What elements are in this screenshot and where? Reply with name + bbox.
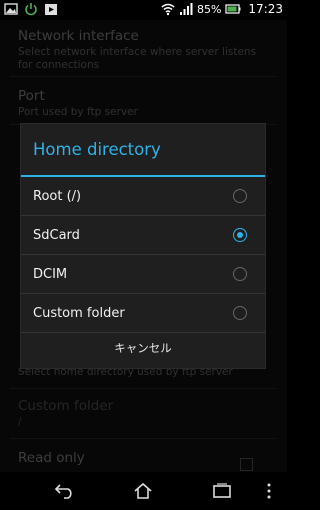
back-button[interactable] xyxy=(52,478,78,504)
gallery-icon xyxy=(4,3,18,15)
home-directory-dialog: Home directory Root (/) SdCard DCIM Cust… xyxy=(20,123,266,369)
status-right-icons: 85% 17:23 xyxy=(161,2,283,16)
option-root[interactable]: Root (/) xyxy=(21,177,265,216)
option-dcim[interactable]: DCIM xyxy=(21,255,265,294)
option-label: DCIM xyxy=(33,266,68,282)
signal-icon xyxy=(179,3,193,15)
status-bar: 85% 17:23 xyxy=(0,0,287,20)
cancel-button[interactable]: キャンセル xyxy=(21,328,265,368)
dialog-title: Home directory xyxy=(33,140,161,159)
radio-button[interactable] xyxy=(233,189,247,203)
option-label: Custom folder xyxy=(33,305,125,321)
recent-apps-button[interactable] xyxy=(209,478,235,504)
option-label: Root (/) xyxy=(33,188,82,204)
radio-button[interactable] xyxy=(233,267,247,281)
radio-button[interactable] xyxy=(233,306,247,320)
home-button[interactable] xyxy=(130,478,156,504)
status-left-icons xyxy=(4,2,58,16)
battery-icon xyxy=(225,4,241,14)
battery-percent: 85% xyxy=(196,2,222,16)
back-icon xyxy=(54,484,72,499)
radio-button-selected[interactable] xyxy=(233,228,247,242)
clock: 17:23 xyxy=(248,2,283,16)
play-store-icon xyxy=(45,4,57,15)
navigation-bar xyxy=(0,472,287,510)
menu-button[interactable] xyxy=(258,478,280,504)
recent-apps-icon xyxy=(213,483,231,498)
option-label: SdCard xyxy=(33,227,80,243)
wifi-icon xyxy=(161,3,175,16)
home-icon xyxy=(134,482,152,499)
power-icon xyxy=(25,3,37,16)
menu-icon xyxy=(267,483,271,499)
option-sdcard[interactable]: SdCard xyxy=(21,216,265,255)
